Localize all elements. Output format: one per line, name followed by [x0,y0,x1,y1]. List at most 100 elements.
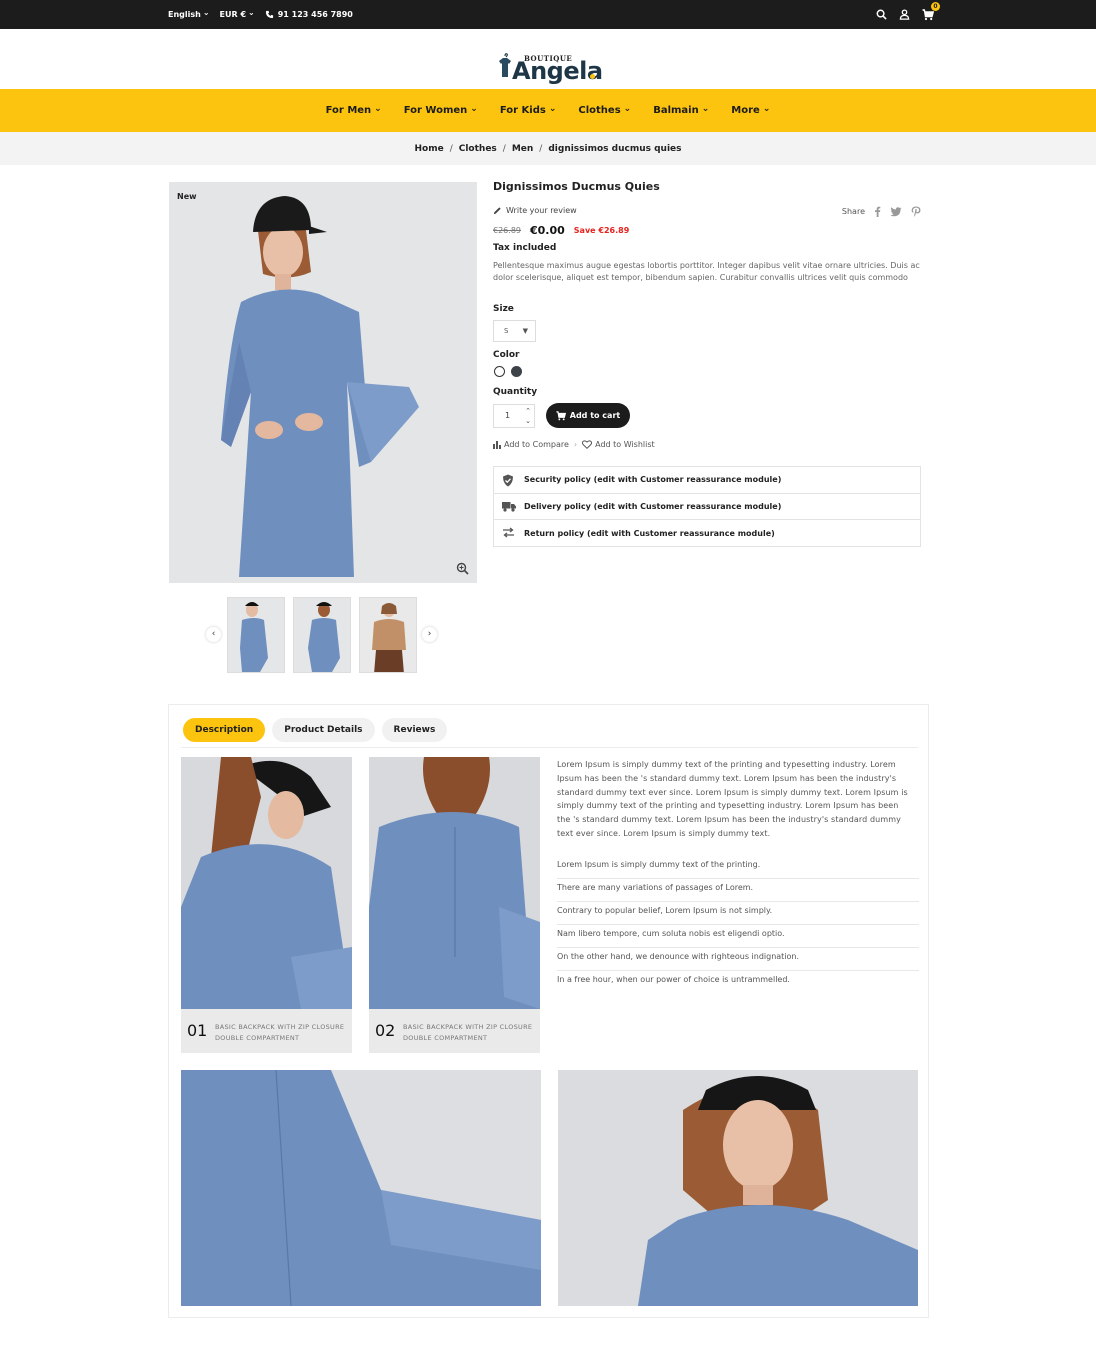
model-side-illustration [181,757,352,1009]
nav-for-kids[interactable]: For Kids [500,105,557,116]
main-nav: For Men For Women For Kids Clothes Balma… [0,89,1096,132]
description-list: Lorem Ipsum is simply dummy text of the … [557,856,919,994]
search-icon[interactable] [876,9,887,20]
breadcrumb-home[interactable]: Home [414,144,443,154]
detail-image-portrait [558,1070,918,1306]
heart-icon [582,440,593,449]
product-title: Dignissimos Ducmus Quies [493,180,660,193]
tab-description[interactable]: Description [183,718,266,742]
description-paragraph: Lorem Ipsum is simply dummy text of the … [557,760,908,838]
feature-card-1: 01 BASIC BACKPACK WITH ZIP CLOSURE DOUBL… [181,757,352,1053]
product-tabs-section: Description Product Details Reviews 01 B… [168,704,929,1318]
thumbnail-2[interactable] [293,597,351,673]
reassurance-delivery-text: Delivery policy (edit with Customer reas… [524,501,782,511]
tab-divider [181,747,918,748]
size-select[interactable]: S ▼ [493,320,536,342]
increment-icon[interactable]: ⌃ [525,407,531,415]
cart-icon [556,410,566,420]
logo-title: Angela [512,57,603,85]
feature-card-2: 02 BASIC BACKPACK WITH ZIP CLOSURE DOUBL… [369,757,540,1053]
breadcrumb: Home / Clothes / Men / dignissimos ducmu… [0,132,1096,165]
currency-selector[interactable]: EUR € [220,10,255,19]
pencil-icon [493,207,501,215]
thumbnail-3[interactable] [359,597,417,673]
card-caption: BASIC BACKPACK WITH ZIP CLOSURE DOUBLE C… [403,1023,533,1042]
list-item: In a free hour, when our power of choice… [557,975,790,984]
thumb-next-button[interactable]: › [422,627,437,642]
breadcrumb-separator: / [449,143,453,154]
card-number: 02 [375,1021,396,1040]
reassurance-security: Security policy (edit with Customer reas… [494,467,920,494]
list-item: Lorem Ipsum is simply dummy text of the … [557,856,919,879]
quantity-label: Quantity [493,387,538,397]
thumb-prev-button[interactable]: ‹ [206,627,221,642]
add-to-wishlist-link[interactable]: Add to Wishlist [582,440,655,449]
add-to-compare-link[interactable]: Add to Compare [493,440,569,449]
nav-for-women[interactable]: For Women [404,105,478,116]
decrement-icon[interactable]: ⌄ [525,417,531,425]
twitter-icon[interactable] [890,206,902,217]
quantity-stepper[interactable]: 1 ⌃ ⌄ [493,404,535,428]
shield-icon [503,474,513,487]
tab-product-details[interactable]: Product Details [272,718,375,742]
tab-reviews[interactable]: Reviews [381,718,448,742]
thumbnail-image [360,598,416,672]
cart-count-badge: 0 [931,1,940,11]
link-separator: › [573,440,578,449]
zoom-icon[interactable] [456,562,469,575]
size-label: Size [493,304,514,314]
color-label: Color [493,350,520,360]
nav-clothes[interactable]: Clothes [578,105,631,116]
user-icon[interactable] [899,9,910,20]
tab-bar: Description Product Details Reviews [183,718,448,742]
breadcrumb-separator: / [502,143,506,154]
detail-image-sleeve [181,1070,541,1306]
nav-for-men[interactable]: For Men [326,105,382,116]
breadcrumb-current: dignissimos ducmus quies [548,143,682,154]
product-info: Dignissimos Ducmus Quies Write your revi… [493,180,921,547]
language-selector[interactable]: English [168,10,210,19]
size-value: S [504,327,509,335]
list-item: Nam libero tempore, cum soluta nobis est… [557,925,919,948]
save-badge: Save €26.89 [573,226,630,235]
feature-image-2 [369,757,540,1009]
product-main-image[interactable]: New [169,182,477,583]
nav-more[interactable]: More [731,105,770,116]
share-label: Share [841,207,865,216]
tax-label: Tax included [493,243,557,253]
store-logo[interactable]: BOUTIQUE Angela [496,39,603,85]
thumbnail-image [294,598,350,672]
pinterest-icon[interactable] [911,206,921,217]
feature-image-1 [181,757,352,1009]
review-share-row: Write your review Share [493,206,921,218]
cart-button[interactable]: 0 [922,1,940,21]
color-swatch-white[interactable] [494,366,505,377]
truck-icon [502,501,516,512]
list-item: Contrary to popular belief, Lorem Ipsum … [557,902,919,925]
list-item: On the other hand, we denounce with righ… [557,948,919,971]
phone-icon [265,10,273,19]
model-back-illustration [369,757,540,1009]
logo-area: BOUTIQUE Angela [0,29,1096,89]
nav-balmain[interactable]: Balmain [653,105,709,116]
price-row: €26.89 €0.00 Save €26.89 [493,224,629,237]
breadcrumb-separator: / [539,143,543,154]
add-to-cart-button[interactable]: Add to cart [546,403,630,428]
breadcrumb-men[interactable]: Men [512,144,533,154]
card-number: 01 [187,1021,208,1040]
bar-chart-icon [493,440,501,449]
color-swatch-dark[interactable] [511,366,522,377]
thumbnail-1[interactable] [227,597,285,673]
reassurance-return-text: Return policy (edit with Customer reassu… [524,528,775,538]
breadcrumb-clothes[interactable]: Clothes [459,144,497,154]
card-caption: BASIC BACKPACK WITH ZIP CLOSURE DOUBLE C… [215,1023,345,1042]
add-to-compare-label: Add to Compare [504,440,569,449]
phone-number: 91 123 456 7890 [277,10,353,19]
model-dress-illustration [169,182,477,583]
quantity-value: 1 [505,411,511,420]
reassurance-block: Security policy (edit with Customer reas… [493,466,921,547]
write-review-link[interactable]: Write your review [493,206,577,215]
top-bar: English EUR € 91 123 456 7890 0 [0,0,1096,29]
reassurance-return: Return policy (edit with Customer reassu… [494,520,920,547]
facebook-icon[interactable] [874,206,881,217]
